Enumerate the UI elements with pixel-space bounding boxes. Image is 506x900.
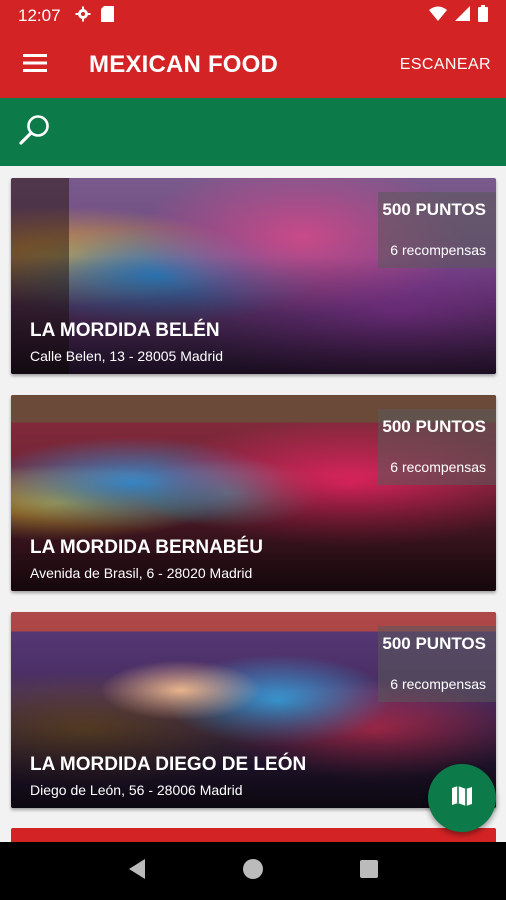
restaurant-name: LA MORDIDA DIEGO DE LEÓN — [30, 754, 307, 775]
restaurant-address: Avenida de Brasil, 6 - 28020 Madrid — [30, 565, 253, 581]
system-nav-bar — [0, 842, 506, 900]
points-badge: 500 PUNTOS 6 recompensas — [378, 192, 496, 268]
restaurant-card-partial[interactable] — [11, 828, 496, 842]
restaurant-list: 500 PUNTOS 6 recompensas LA MORDIDA BELÉ… — [0, 166, 506, 842]
rewards-label: 6 recompensas — [390, 242, 486, 258]
app-bar: MEXICAN FOOD ESCANEAR — [0, 32, 506, 98]
status-bar: 12:07 — [0, 0, 506, 32]
settings-icon — [75, 6, 91, 27]
restaurant-card[interactable]: 500 PUNTOS 6 recompensas LA MORDIDA DIEG… — [11, 612, 496, 808]
menu-button[interactable] — [0, 32, 70, 98]
map-button[interactable] — [428, 764, 496, 832]
back-icon[interactable] — [127, 858, 147, 885]
map-icon — [450, 784, 474, 813]
signal-icon — [455, 6, 470, 26]
points-badge: 500 PUNTOS 6 recompensas — [378, 409, 496, 485]
restaurant-name: LA MORDIDA BERNABÉU — [30, 537, 263, 558]
page-title: MEXICAN FOOD — [89, 51, 279, 78]
restaurant-card[interactable]: 500 PUNTOS 6 recompensas LA MORDIDA BERN… — [11, 395, 496, 591]
rewards-label: 6 recompensas — [390, 459, 486, 475]
battery-icon — [478, 5, 488, 27]
recents-icon[interactable] — [359, 859, 379, 884]
search-icon[interactable] — [18, 113, 52, 152]
restaurant-address: Calle Belen, 13 - 28005 Madrid — [30, 348, 224, 364]
scan-button[interactable]: ESCANEAR — [400, 56, 491, 74]
hamburger-menu-icon — [23, 53, 47, 77]
wifi-icon — [429, 6, 447, 26]
rewards-label: 6 recompensas — [390, 676, 486, 692]
restaurant-name: LA MORDIDA BELÉN — [30, 320, 220, 341]
points-badge: 500 PUNTOS 6 recompensas — [378, 626, 496, 702]
points-label: 500 PUNTOS — [382, 200, 486, 219]
restaurant-address: Diego de León, 56 - 28006 Madrid — [30, 782, 243, 798]
search-bar[interactable] — [0, 98, 506, 166]
home-icon[interactable] — [242, 858, 264, 885]
sd-card-icon — [100, 5, 114, 27]
status-time: 12:07 — [18, 6, 61, 25]
restaurant-card[interactable]: 500 PUNTOS 6 recompensas LA MORDIDA BELÉ… — [11, 178, 496, 374]
points-label: 500 PUNTOS — [382, 417, 486, 436]
points-label: 500 PUNTOS — [382, 634, 486, 653]
